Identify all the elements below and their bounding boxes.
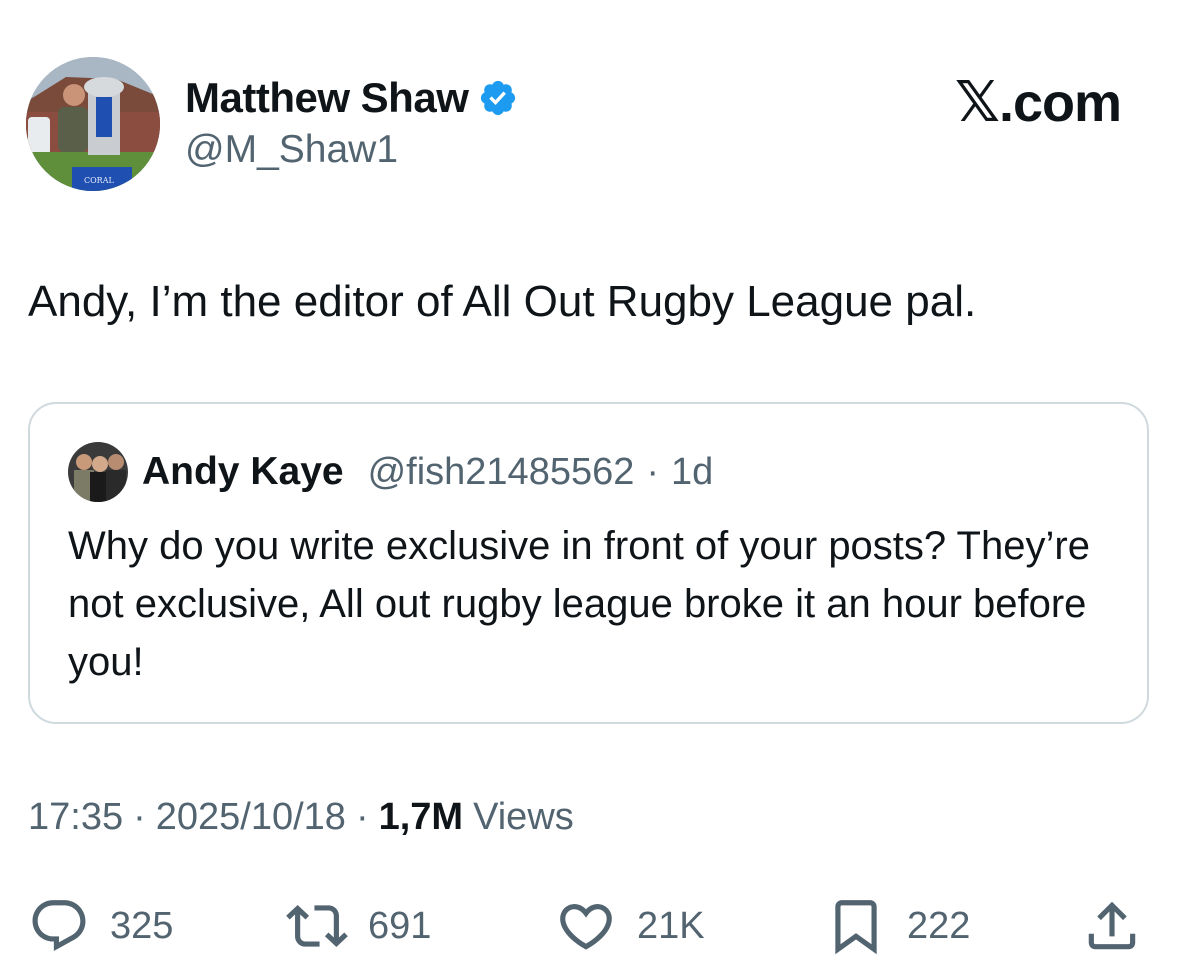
share-button[interactable] [1081,895,1143,957]
author-handle[interactable]: @M_Shaw1 [185,128,518,172]
like-count: 21K [637,904,705,947]
quoted-tweet-time[interactable]: 1d [671,451,713,494]
author-block: Matthew Shaw @M_Shaw1 [185,72,518,172]
quoted-author-handle[interactable]: @fish21485562 [368,451,635,494]
tweet-text: Andy, I’m the editor of All Out Rugby Le… [28,277,977,326]
quoted-author-name[interactable]: Andy Kaye [142,450,344,494]
tweet-time[interactable]: 17:35 [28,796,123,839]
bookmark-button[interactable]: 222 [825,895,970,957]
separator-dot: · [355,796,369,838]
x-logo: 𝕏 .com [954,70,1122,135]
views-count: 1,7M [378,796,464,838]
quoted-author-avatar[interactable] [68,442,128,502]
views-label: Views [473,796,574,838]
tweet-date[interactable]: 2025/10/18 [156,796,346,839]
reply-icon [32,900,86,952]
share-icon [1088,901,1136,950]
author-avatar[interactable]: CORAL [26,57,160,191]
separator-dot: · [133,796,146,838]
tweet-meta: 17:35 · 2025/10/18 · 1,7M Views [28,796,574,839]
reply-count: 325 [110,904,174,947]
svg-text:CORAL: CORAL [84,176,114,185]
separator-dot: · [646,450,660,493]
verified-badge-icon [478,78,518,118]
quoted-tweet-card[interactable]: Andy Kaye @fish21485562 · 1d Why do you … [28,402,1149,724]
author-name[interactable]: Matthew Shaw [185,74,469,122]
author-name-row: Matthew Shaw [185,72,518,124]
repost-button[interactable]: 691 [286,895,431,957]
reply-button[interactable]: 325 [28,895,173,957]
quoted-tweet-header: Andy Kaye @fish21485562 · 1d [68,442,713,502]
quoted-tweet-text: Why do you write exclusive in front of y… [68,524,1090,684]
bookmark-icon [835,900,877,955]
bookmark-count: 222 [907,904,971,947]
x-logo-icon: 𝕏 [954,70,1000,135]
heart-icon [560,904,612,950]
brand-suffix: .com [998,72,1122,133]
repost-count: 691 [368,904,432,947]
like-button[interactable]: 21K [555,895,705,957]
repost-icon [286,905,348,947]
